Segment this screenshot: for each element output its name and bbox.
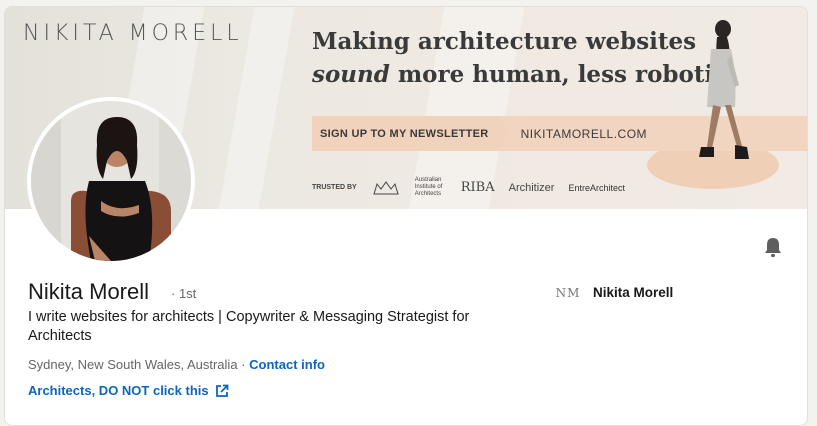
- company-logo: NM: [555, 285, 581, 300]
- banner-headline-italic: sound: [312, 61, 390, 88]
- banner-headline-line1: Making architecture websites: [312, 28, 697, 55]
- connection-degree: · 1st: [171, 286, 197, 301]
- banner-walking-woman-illustration: [699, 20, 749, 159]
- profile-photo: [31, 101, 191, 261]
- website-link-label[interactable]: Architects, DO NOT click this: [28, 383, 209, 398]
- trusted-entrearchitect: EntreArchitect: [568, 182, 625, 193]
- trusted-by-label: TRUSTED BY: [312, 184, 357, 191]
- banner-site-url: NIKITAMORELL.COM: [520, 126, 648, 141]
- profile-headline: I write websites for architects | Copywr…: [28, 309, 470, 344]
- profile-name: Nikita Morell: [28, 279, 150, 304]
- banner-headline-line2: sound more human, less robotic.: [312, 58, 735, 91]
- profile-location-row: Sydney, New South Wales, Australia · Con…: [28, 357, 325, 372]
- profile-website-link[interactable]: Architects, DO NOT click this: [28, 383, 229, 398]
- profile-card: NIKITA MORELL Making architecture websit…: [4, 6, 808, 426]
- banner-newsletter-cta: SIGN UP TO MY NEWSLETTER: [312, 116, 509, 151]
- current-company[interactable]: NM Nikita Morell: [555, 285, 674, 300]
- banner-brand-logo: NIKITA MORELL: [23, 21, 243, 46]
- profile-location: Sydney, New South Wales, Australia: [28, 357, 238, 372]
- external-link-icon: [215, 384, 229, 397]
- company-name[interactable]: Nikita Morell: [593, 285, 673, 300]
- banner-trusted-by: TRUSTED BY Australian Institute of Archi…: [312, 177, 625, 198]
- banner-headline: Making architecture websites sound more …: [312, 25, 735, 91]
- location-separator: ·: [241, 357, 246, 372]
- contact-info-link[interactable]: Contact info: [249, 357, 325, 372]
- crest-icon: [373, 180, 399, 194]
- trusted-aia: Australian Institute of Architects: [414, 177, 443, 197]
- profile-avatar[interactable]: [27, 97, 195, 265]
- trusted-riba: RIBA: [460, 180, 495, 195]
- trusted-architizer: Architizer: [508, 181, 555, 194]
- bell-icon[interactable]: [761, 235, 785, 259]
